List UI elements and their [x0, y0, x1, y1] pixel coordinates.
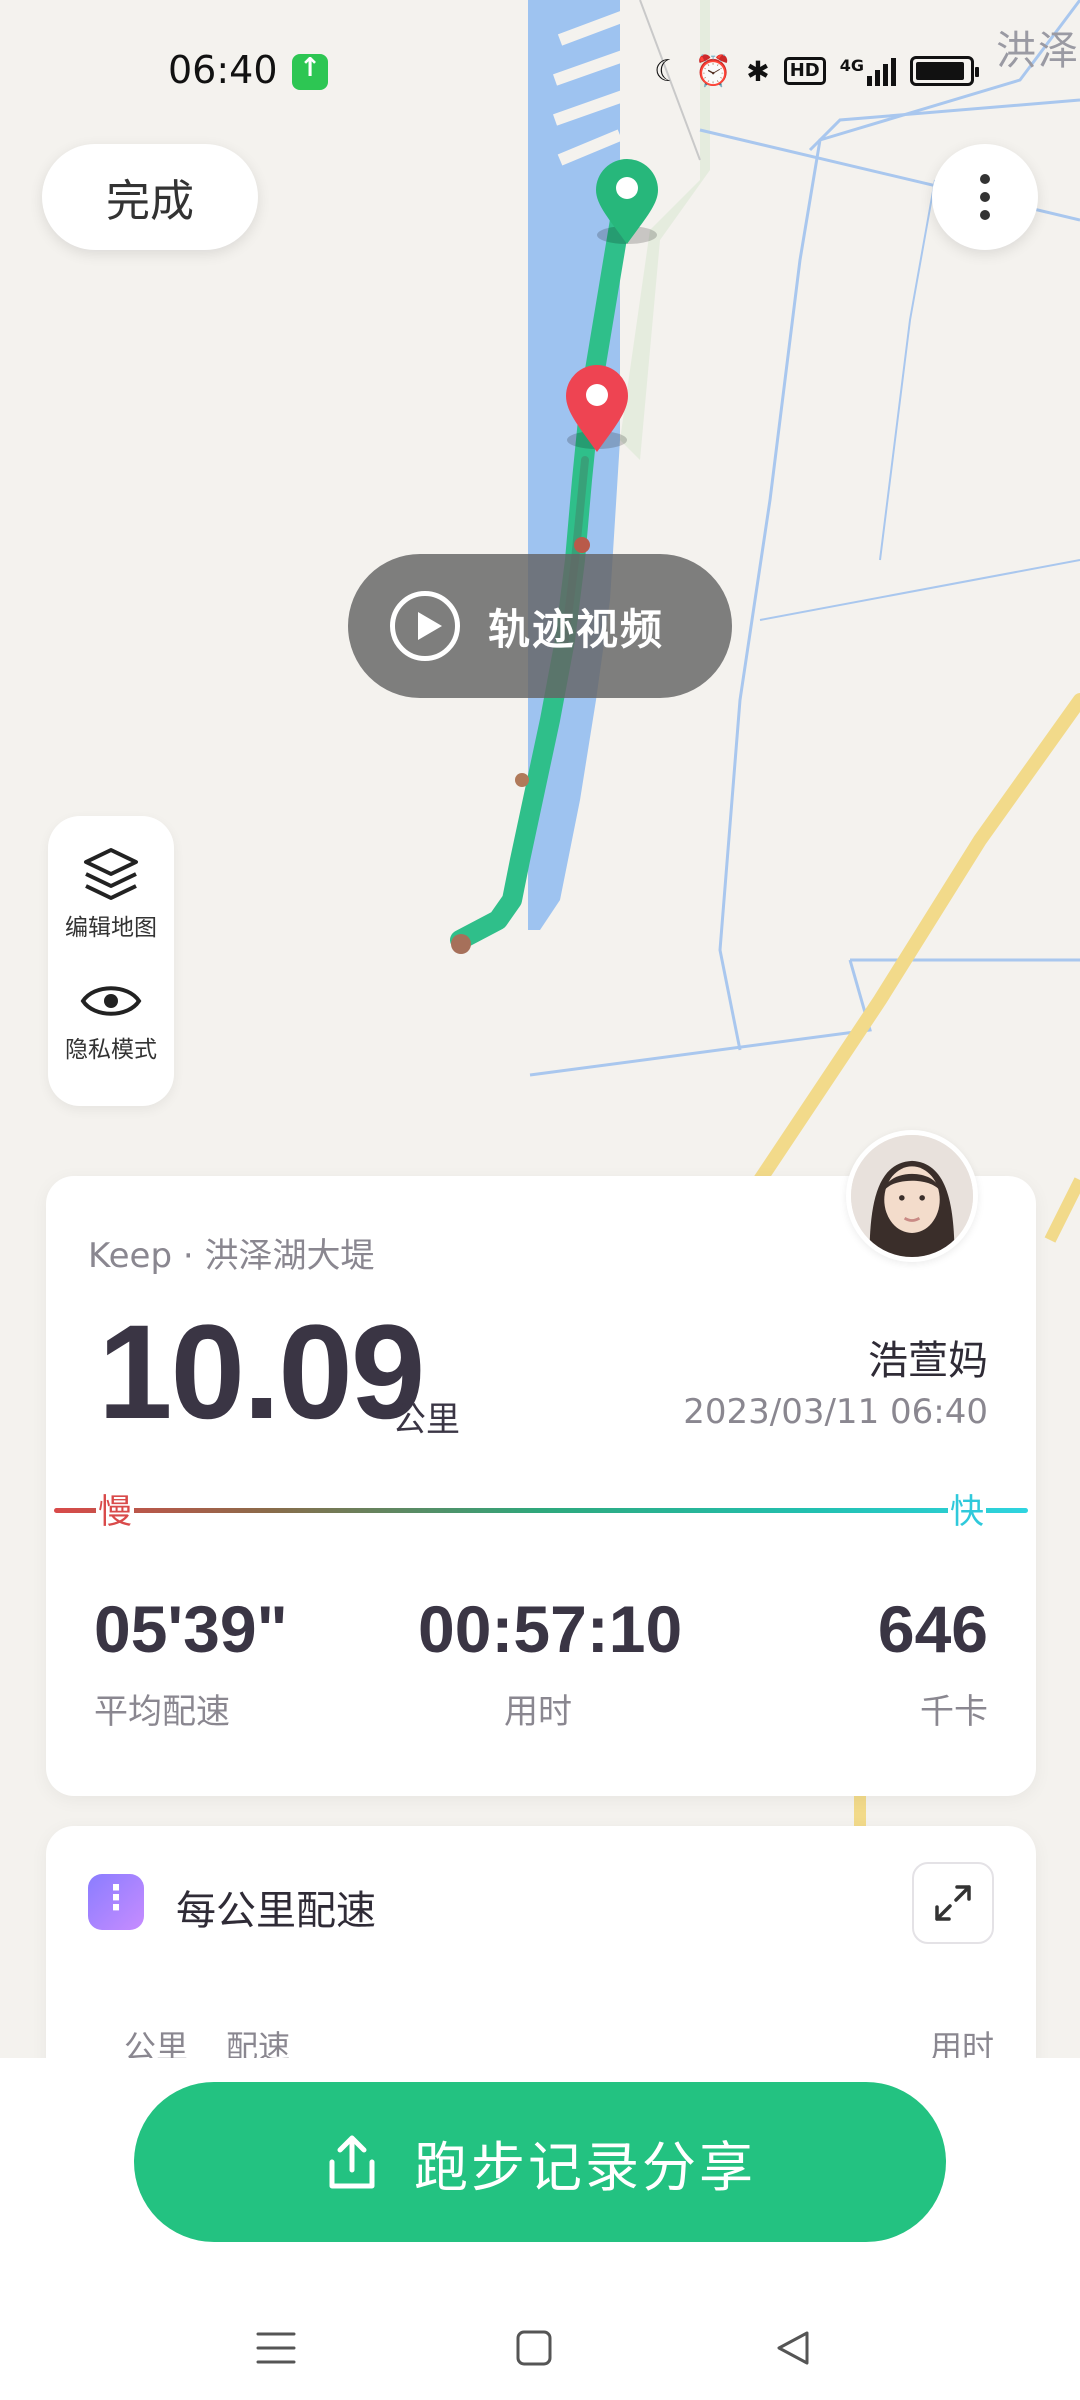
run-source: Keep · 洪泽湖大堤 [88, 1236, 375, 1276]
distance-unit: 公里 [392, 1400, 460, 1440]
moon-icon: ☾ [654, 53, 681, 89]
stat-value: 00:57:10 [418, 1592, 683, 1666]
per-km-title: 每公里配速 [176, 1888, 376, 1934]
privacy-mode-label: 隐私模式 [65, 1037, 157, 1063]
pace-gradient-bar [54, 1508, 1028, 1513]
stat-label: 千卡 [920, 1692, 988, 1732]
stat-label: 平均配速 [94, 1692, 230, 1732]
upload-notification-icon [292, 53, 328, 90]
expand-button[interactable] [912, 1862, 994, 1944]
system-nav-bar [0, 2298, 1080, 2398]
bottom-sheet: 跑步记录分享 [0, 2058, 1080, 2400]
play-circle-icon [390, 591, 460, 661]
edit-map-label: 编辑地图 [65, 915, 157, 941]
menu-icon[interactable] [246, 2318, 306, 2378]
status-icons: ☾ ⏰ ✱ HD 4G [654, 46, 980, 96]
run-summary-card: Keep · 洪泽湖大堤 10.09 公里 浩萱妈 2023/03/11 06:… [46, 1176, 1036, 1796]
stat-calories: 646 千卡 [878, 1596, 988, 1733]
more-vertical-icon[interactable] [932, 144, 1038, 250]
avatar[interactable] [846, 1130, 978, 1262]
stat-value: 646 [877, 1592, 988, 1666]
battery-icon [910, 56, 980, 86]
back-triangle-icon[interactable] [762, 2318, 822, 2378]
stat-average-pace: 05'39" 平均配速 [94, 1596, 288, 1733]
alarm-icon: ⏰ [694, 53, 733, 89]
track-video-button[interactable]: 轨迹视频 [348, 554, 732, 698]
eye-icon [80, 986, 142, 1016]
pace-fast-label: 快 [948, 1484, 986, 1533]
status-bar: 06:40 ☾ ⏰ ✱ HD 4G [0, 0, 1080, 140]
user-name: 浩萱妈 [868, 1338, 988, 1384]
share-run-button[interactable]: 跑步记录分享 [134, 2082, 946, 2242]
stat-label: 用时 [504, 1692, 572, 1732]
map-tools-panel: 编辑地图 隐私模式 [48, 816, 174, 1106]
privacy-mode-button[interactable]: 隐私模式 [48, 976, 174, 1064]
pace-slow-label: 慢 [96, 1484, 134, 1533]
stat-duration: 00:57:10 用时 [418, 1592, 683, 1733]
track-video-label: 轨迹视频 [488, 604, 665, 654]
run-distance: 10.09 [98, 1298, 425, 1447]
done-button[interactable]: 完成 [42, 144, 258, 250]
stat-value: 05'39" [94, 1592, 288, 1666]
layers-icon [84, 848, 138, 900]
share-icon [329, 2135, 375, 2189]
status-time: 06:40 [168, 48, 278, 92]
pace-list-icon [88, 1874, 144, 1930]
expand-icon [935, 1885, 971, 1921]
signal-4g-icon: 4G [840, 56, 897, 86]
hd-icon: HD [783, 57, 826, 85]
home-square-icon[interactable] [504, 2318, 564, 2378]
edit-map-button[interactable]: 编辑地图 [48, 846, 174, 942]
share-run-label: 跑步记录分享 [414, 2135, 756, 2199]
run-datetime: 2023/03/11 06:40 [683, 1392, 988, 1432]
bluetooth-icon: ✱ [746, 54, 770, 88]
